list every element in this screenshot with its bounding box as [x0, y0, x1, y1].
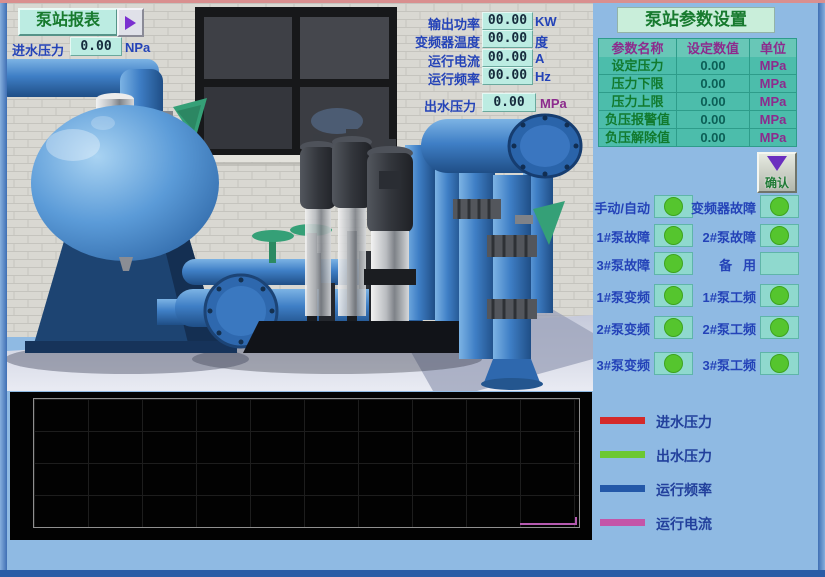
indicator-label-pump1-fault: 1#泵故障: [585, 227, 650, 246]
settings-table: 参数名称 设定数值 单位 设定压力 0.00 MPa 压力下限 0.00 MPa…: [598, 38, 797, 147]
confirm-arrow-icon: [767, 156, 787, 171]
current-trace: [575, 517, 577, 525]
indicator-label-pump3-mains: 3#泵工频: [688, 355, 756, 374]
run-current-value: 00.00: [482, 49, 533, 67]
report-button[interactable]: 泵站报表: [18, 8, 118, 36]
lamp-dot: [664, 197, 683, 216]
col-header-unit: 单位: [750, 39, 796, 59]
settings-panel-title: 泵站参数设置: [617, 7, 775, 33]
lamp-dot: [664, 286, 683, 305]
legend-label-current: 运行电流: [656, 514, 712, 534]
run-frequency-unit: Hz: [535, 69, 551, 84]
frame-bottom: [0, 570, 825, 577]
run-current-unit: A: [535, 51, 544, 66]
col-header-name: 参数名称: [599, 39, 676, 59]
indicator-label-inverter-fault: 变频器故障: [688, 198, 756, 217]
inlet-pressure-label: 进水压力: [12, 40, 64, 59]
legend-label-outlet: 出水压力: [656, 446, 712, 466]
param-name: 压力下限: [599, 75, 676, 92]
legend-swatch-frequency: [600, 485, 645, 492]
param-unit: MPa: [750, 129, 796, 146]
lamp-dot: [770, 318, 789, 337]
hmi-screen: 泵站报表 进水压力 0.00 NPa 输出功率 00.00 KW 变频器温度 0…: [0, 0, 825, 577]
lamp-dot: [664, 318, 683, 337]
trend-chart: [10, 392, 592, 540]
param-name: 压力上限: [599, 93, 676, 110]
legend-label-frequency: 运行频率: [656, 480, 712, 500]
lamp-inverter-fault: [760, 195, 799, 218]
frame-left: [0, 3, 7, 577]
lamp-dot: [770, 354, 789, 373]
confirm-button[interactable]: 确认: [757, 152, 797, 193]
indicator-label-pump2-mains: 2#泵工频: [688, 319, 756, 338]
param-value-input[interactable]: 0.00: [677, 93, 749, 110]
indicator-label-pump3-fault: 3#泵故障: [585, 255, 650, 274]
lamp-dot: [770, 286, 789, 305]
param-unit: MPa: [750, 111, 796, 128]
inlet-pressure-value: 0.00: [70, 37, 122, 56]
inverter-temp-label: 变频器温度: [408, 32, 480, 51]
lamp-pump2-mains: [760, 316, 799, 339]
report-play-button[interactable]: [117, 8, 144, 37]
indicator-label-pump1-mains: 1#泵工频: [688, 287, 756, 306]
legend-swatch-inlet: [600, 417, 645, 424]
indicator-label-spare: 备 用: [688, 255, 756, 274]
param-name: 设定压力: [599, 57, 676, 74]
indicator-label-pump1-vfd: 1#泵变频: [585, 287, 650, 306]
param-unit: MPa: [750, 57, 796, 74]
param-unit: MPa: [750, 75, 796, 92]
lamp-dot: [664, 354, 683, 373]
param-value-input[interactable]: 0.00: [677, 75, 749, 92]
frame-right: [818, 3, 825, 577]
indicator-label-pump3-vfd: 3#泵变频: [585, 355, 650, 374]
indicator-label-manual-auto: 手动/自动: [585, 198, 650, 217]
output-power-value: 00.00: [482, 12, 533, 30]
output-power-unit: KW: [535, 14, 557, 29]
run-frequency-value: 00.00: [482, 67, 533, 85]
play-icon: [125, 16, 136, 30]
param-value-input[interactable]: 0.00: [677, 111, 749, 128]
indicator-label-pump2-vfd: 2#泵变频: [585, 319, 650, 338]
frame-top-line: [0, 0, 825, 3]
outlet-pressure-label: 出水压力: [424, 96, 476, 115]
col-header-value: 设定数值: [677, 39, 749, 59]
inverter-temp-value: 00.00: [482, 30, 533, 48]
inlet-pressure-unit: NPa: [125, 40, 150, 55]
lamp-dot: [664, 254, 683, 273]
param-name: 负压解除值: [599, 129, 676, 146]
legend-swatch-current: [600, 519, 645, 526]
trend-plot-area: [33, 398, 580, 528]
lamp-pump3-mains: [760, 352, 799, 375]
lamp-pump2-fault: [760, 224, 799, 247]
param-name: 负压报警值: [599, 111, 676, 128]
indicator-label-pump2-fault: 2#泵故障: [688, 227, 756, 246]
outlet-pressure-unit: MPa: [540, 96, 567, 111]
param-value-input[interactable]: 0.00: [677, 129, 749, 146]
output-power-label: 输出功率: [408, 14, 480, 33]
run-current-label: 运行电流: [408, 51, 480, 70]
param-value-input[interactable]: 0.00: [677, 57, 749, 74]
lamp-pump1-mains: [760, 284, 799, 307]
confirm-button-label: 确认: [759, 174, 795, 191]
lamp-dot: [770, 226, 789, 245]
legend-label-inlet: 进水压力: [656, 412, 712, 432]
outlet-pressure-value: 0.00: [482, 93, 536, 112]
current-trace: [520, 523, 577, 525]
lamp-spare-empty: [760, 252, 799, 275]
lamp-dot: [664, 226, 683, 245]
run-frequency-label: 运行频率: [408, 69, 480, 88]
lamp-dot: [770, 197, 789, 216]
param-unit: MPa: [750, 93, 796, 110]
inverter-temp-unit: 度: [535, 32, 548, 51]
legend-swatch-outlet: [600, 451, 645, 458]
